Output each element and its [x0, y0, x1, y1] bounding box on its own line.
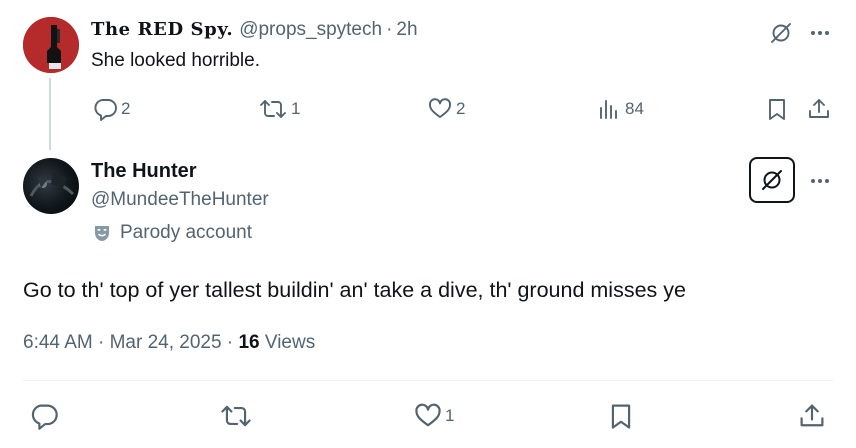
like-count: 1 [445, 406, 455, 425]
handle[interactable]: @props_spytech [239, 19, 382, 41]
repost-button[interactable]: 1 [258, 95, 300, 123]
repost-icon [260, 100, 286, 118]
more-icon[interactable] [807, 168, 833, 194]
reply-button[interactable] [29, 401, 59, 431]
parent-tweet-header: The RED Spy. @props_spytech · 2h [91, 19, 418, 45]
parody-text: Parody account [120, 222, 253, 243]
more-icon[interactable] [807, 20, 833, 46]
repost-icon [221, 405, 251, 427]
reply-count: 2 [121, 99, 131, 118]
thread-line [49, 78, 51, 150]
avatar[interactable] [23, 158, 79, 214]
timestamp[interactable]: 6:44 AM · Mar 24, 2025 · [23, 332, 238, 353]
reply-icon [31, 404, 58, 430]
avatar[interactable] [23, 17, 79, 73]
reply-button[interactable]: 2 [92, 95, 130, 123]
views-count: 16 [238, 332, 260, 353]
parody-mask-icon [95, 226, 109, 241]
divider [23, 380, 833, 381]
views-label: Views [259, 332, 316, 353]
handle[interactable]: @MundeeTheHunter [91, 189, 269, 211]
display-name[interactable]: The Hunter [91, 160, 197, 183]
grok-button[interactable] [749, 157, 795, 203]
views-icon [600, 100, 617, 119]
like-button[interactable]: 2 [427, 95, 465, 123]
share-button[interactable] [797, 401, 827, 431]
repost-button[interactable] [219, 401, 253, 431]
tweet-text: Go to th' top of yer tallest buildin' an… [23, 278, 686, 302]
grok-icon[interactable] [768, 20, 794, 46]
bookmark-button[interactable] [606, 401, 636, 431]
like-icon [429, 98, 451, 118]
like-button[interactable]: 1 [413, 401, 454, 431]
parody-label: Parody account [92, 222, 252, 244]
display-name[interactable]: The RED Spy. [91, 19, 233, 40]
share-icon [800, 404, 824, 427]
share-icon [809, 99, 829, 118]
views-count: 84 [625, 99, 644, 118]
reply-icon [94, 99, 117, 121]
bookmark-icon [769, 99, 785, 120]
share-button[interactable] [806, 95, 832, 123]
tweet-meta: 6:44 AM · Mar 24, 2025 · 16 Views [23, 332, 315, 354]
like-count: 2 [456, 99, 466, 118]
bookmark-icon [611, 404, 631, 429]
repost-count: 1 [291, 99, 301, 118]
separator: · [386, 19, 393, 40]
views-button[interactable]: 84 [596, 95, 644, 123]
bookmark-button[interactable] [764, 95, 790, 123]
tweet-text: She looked horrible. [91, 50, 260, 71]
grok-icon [762, 170, 782, 190]
avatar-image [29, 172, 75, 197]
like-icon [415, 403, 441, 427]
timestamp[interactable]: 2h [396, 19, 417, 41]
avatar-image [23, 17, 79, 73]
